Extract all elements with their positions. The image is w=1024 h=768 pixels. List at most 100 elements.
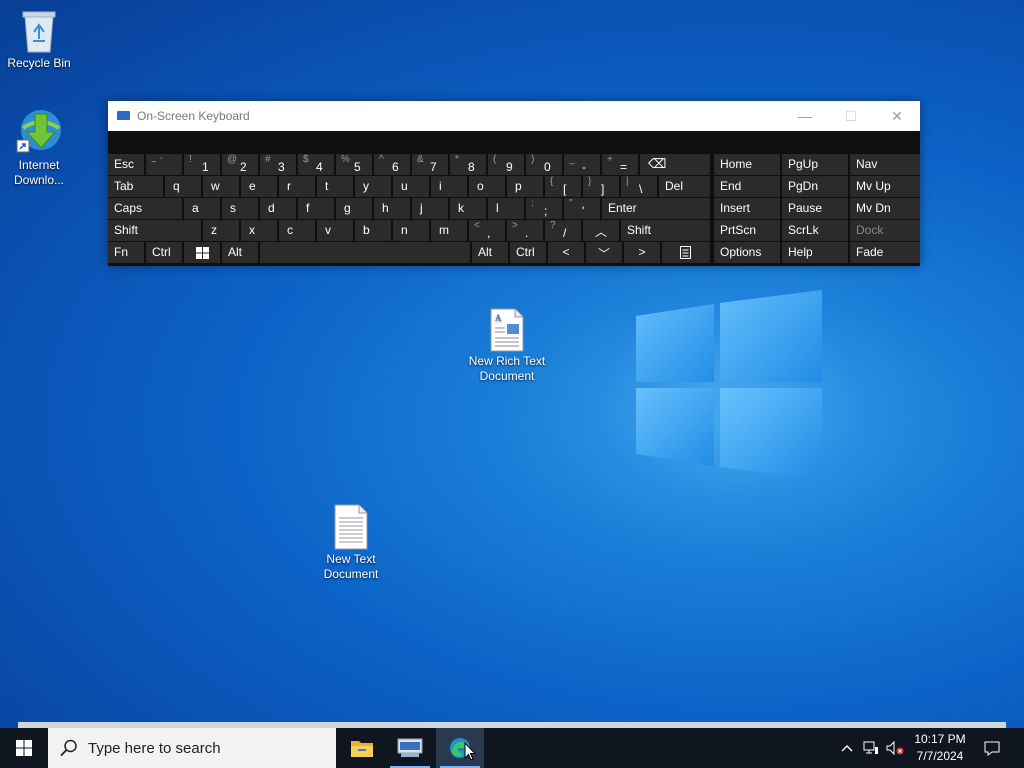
key-left-bracket[interactable]: {[ bbox=[545, 176, 581, 197]
taskbar-app-edge[interactable] bbox=[436, 728, 484, 768]
key-prtscn[interactable]: PrtScn bbox=[714, 220, 780, 241]
key-e[interactable]: e bbox=[241, 176, 277, 197]
key-fn[interactable]: Fn bbox=[108, 242, 144, 263]
key-caps[interactable]: Caps bbox=[108, 198, 182, 219]
key-move-down[interactable]: Mv Dn bbox=[850, 198, 920, 219]
key-w[interactable]: w bbox=[203, 176, 239, 197]
key-y[interactable]: y bbox=[355, 176, 391, 197]
key-v[interactable]: v bbox=[317, 220, 353, 241]
key-q[interactable]: q bbox=[165, 176, 201, 197]
key-enter[interactable]: Enter bbox=[602, 198, 710, 219]
key-minus[interactable]: _ - bbox=[564, 154, 600, 175]
key-fade[interactable]: Fade bbox=[850, 242, 920, 263]
key-options[interactable]: Options bbox=[714, 242, 780, 263]
key-period[interactable]: >. bbox=[507, 220, 543, 241]
chevron-up-icon bbox=[841, 745, 853, 752]
key-6[interactable]: ^ 6 bbox=[374, 154, 410, 175]
key-move-up[interactable]: Mv Up bbox=[850, 176, 920, 197]
taskbar-clock[interactable]: 10:17 PM 7/7/2024 bbox=[906, 731, 974, 765]
key-ctrl-right[interactable]: Ctrl bbox=[510, 242, 546, 263]
key-z[interactable]: z bbox=[203, 220, 239, 241]
key-scrlk[interactable]: ScrLk bbox=[782, 220, 848, 241]
key-7[interactable]: & 7 bbox=[412, 154, 448, 175]
search-box[interactable]: Type here to search bbox=[48, 728, 336, 768]
key-4[interactable]: $4 bbox=[298, 154, 334, 175]
network-button[interactable] bbox=[860, 728, 882, 768]
key-insert[interactable]: Insert bbox=[714, 198, 780, 219]
key-end[interactable]: End bbox=[714, 176, 780, 197]
key-slash[interactable]: ? / bbox=[545, 220, 581, 241]
key-pgup[interactable]: PgUp bbox=[782, 154, 848, 175]
key-s[interactable]: s bbox=[222, 198, 258, 219]
key-windows[interactable] bbox=[184, 242, 220, 263]
desktop-icon-recycle-bin[interactable]: Recycle Bin bbox=[0, 8, 82, 71]
key-alt-left[interactable]: Alt bbox=[222, 242, 258, 263]
close-button[interactable]: ✕ bbox=[874, 101, 920, 131]
desktop-icon-internet-download-manager[interactable]: Internet Downlo... bbox=[0, 106, 82, 188]
key-arrow-up[interactable]: ︿ bbox=[583, 220, 619, 241]
key-backslash[interactable]: | \ bbox=[621, 176, 657, 197]
action-center-button[interactable] bbox=[978, 728, 1006, 768]
key-quote[interactable]: " ' bbox=[564, 198, 600, 219]
key-u[interactable]: u bbox=[393, 176, 429, 197]
start-button[interactable] bbox=[0, 728, 48, 768]
key-del[interactable]: Del bbox=[659, 176, 710, 197]
key-d[interactable]: d bbox=[260, 198, 296, 219]
show-hidden-icons-button[interactable] bbox=[838, 728, 856, 768]
key-l[interactable]: l bbox=[488, 198, 524, 219]
minimize-button[interactable]: — bbox=[782, 101, 828, 131]
key-x[interactable]: x bbox=[241, 220, 277, 241]
volume-button[interactable] bbox=[884, 728, 906, 768]
key-j[interactable]: j bbox=[412, 198, 448, 219]
taskbar-app-on-screen-keyboard[interactable] bbox=[386, 728, 434, 768]
key-n[interactable]: n bbox=[393, 220, 429, 241]
key-dock[interactable]: Dock bbox=[850, 220, 920, 241]
key-ctrl-left[interactable]: Ctrl bbox=[146, 242, 182, 263]
key-context-menu[interactable] bbox=[662, 242, 710, 263]
key-help[interactable]: Help bbox=[782, 242, 848, 263]
window-titlebar[interactable]: On-Screen Keyboard — ☐ ✕ bbox=[108, 101, 920, 131]
taskbar-app-file-explorer[interactable] bbox=[338, 728, 386, 768]
key-space[interactable] bbox=[260, 242, 470, 263]
key-nav[interactable]: Nav bbox=[850, 154, 920, 175]
key-o[interactable]: o bbox=[469, 176, 505, 197]
key-esc[interactable]: Esc bbox=[108, 154, 144, 175]
key-r[interactable]: r bbox=[279, 176, 315, 197]
desktop-icon-new-rich-text-document[interactable]: A New Rich Text Document bbox=[464, 308, 550, 384]
key-c[interactable]: c bbox=[279, 220, 315, 241]
key-0[interactable]: ) 0 bbox=[526, 154, 562, 175]
key-pause[interactable]: Pause bbox=[782, 198, 848, 219]
key-backspace[interactable]: ⌫ bbox=[640, 154, 710, 175]
desktop-icon-new-text-document[interactable]: New Text Document bbox=[308, 504, 394, 582]
key-right-bracket[interactable]: }] bbox=[583, 176, 619, 197]
key-1[interactable]: ! 1 bbox=[184, 154, 220, 175]
key-arrow-down[interactable]: ﹀ bbox=[586, 242, 622, 263]
key-shift-left[interactable]: Shift bbox=[108, 220, 201, 241]
key-m[interactable]: m bbox=[431, 220, 467, 241]
key-equals[interactable]: + = bbox=[602, 154, 638, 175]
key-comma[interactable]: <, bbox=[469, 220, 505, 241]
key-5[interactable]: % 5 bbox=[336, 154, 372, 175]
key-arrow-right[interactable]: > bbox=[624, 242, 660, 263]
key-h[interactable]: h bbox=[374, 198, 410, 219]
key-pgdn[interactable]: PgDn bbox=[782, 176, 848, 197]
key-semicolon[interactable]: :; bbox=[526, 198, 562, 219]
key-b[interactable]: b bbox=[355, 220, 391, 241]
key-alt-right[interactable]: Alt bbox=[472, 242, 508, 263]
key-arrow-left[interactable]: < bbox=[548, 242, 584, 263]
key-tab[interactable]: Tab bbox=[108, 176, 163, 197]
key-a[interactable]: a bbox=[184, 198, 220, 219]
key-g[interactable]: g bbox=[336, 198, 372, 219]
key-i[interactable]: i bbox=[431, 176, 467, 197]
key-3[interactable]: #3 bbox=[260, 154, 296, 175]
key-home[interactable]: Home bbox=[714, 154, 780, 175]
key-t[interactable]: t bbox=[317, 176, 353, 197]
key-2[interactable]: @2 bbox=[222, 154, 258, 175]
key-k[interactable]: k bbox=[450, 198, 486, 219]
key-8[interactable]: * 8 bbox=[450, 154, 486, 175]
key-p[interactable]: p bbox=[507, 176, 543, 197]
key-shift-right[interactable]: Shift bbox=[621, 220, 710, 241]
key-9[interactable]: (9 bbox=[488, 154, 524, 175]
key-tilde[interactable]: ~ ` bbox=[146, 154, 182, 175]
key-f[interactable]: f bbox=[298, 198, 334, 219]
